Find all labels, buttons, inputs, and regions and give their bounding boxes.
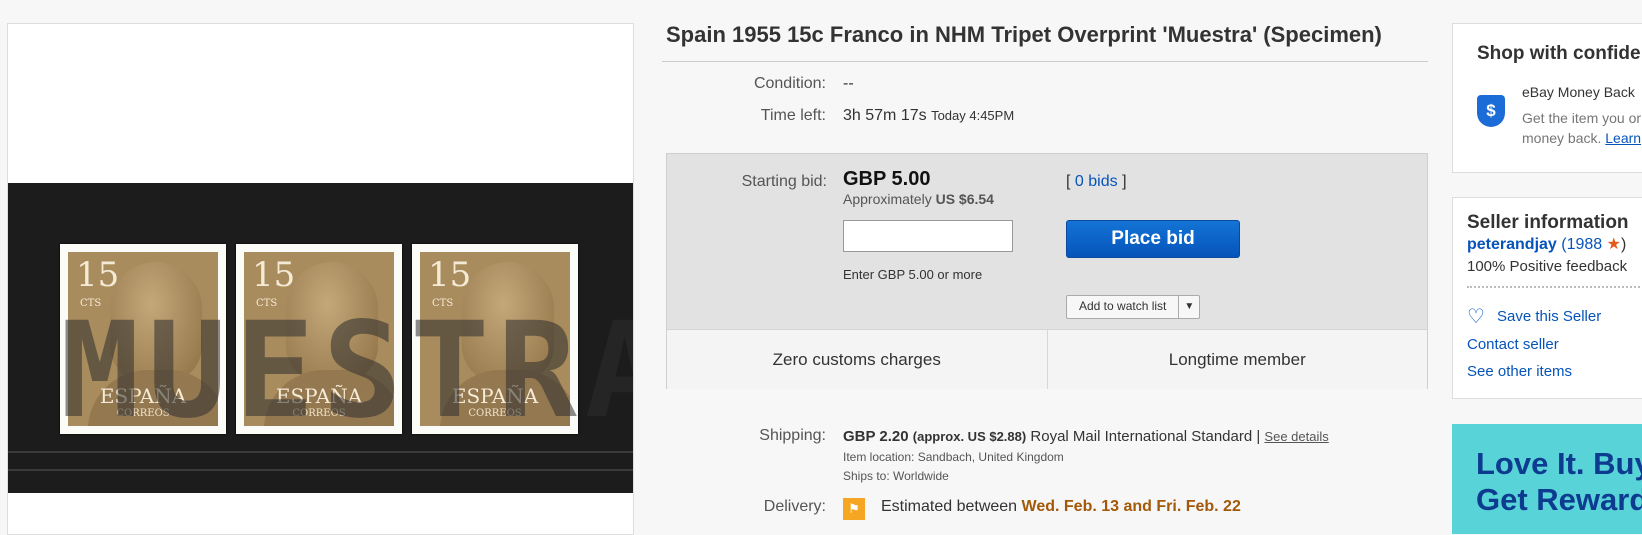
seller-information-card: Seller information peterandjay (1988 ★) … <box>1452 197 1642 399</box>
delivery-label: Delivery: <box>763 498 826 515</box>
starting-bid-price: GBP 5.00 <box>843 168 931 190</box>
dotted-divider <box>1467 286 1642 288</box>
add-to-watch-list-button[interactable]: Add to watch list ▼ <box>1066 295 1201 319</box>
title-divider <box>662 61 1428 62</box>
delivery-prefix: Estimated between <box>881 498 1018 515</box>
photo-shelf-line <box>8 469 633 471</box>
item-location: Item location: Sandbach, United Kingdom <box>843 450 1064 464</box>
score-close: ) <box>1620 236 1627 253</box>
listing-title: Spain 1955 15c Franco in NHM Tripet Over… <box>666 22 1382 47</box>
shop-title: Shop with confide <box>1477 43 1641 64</box>
positive-feedback: 100% Positive feedback <box>1467 258 1628 275</box>
badge-zero-customs: Zero customs charges <box>772 349 941 369</box>
ships-to: Ships to: Worldwide <box>843 469 949 483</box>
place-bid-button[interactable]: Place bid <box>1066 220 1240 258</box>
shipping-label: Shipping: <box>759 427 826 444</box>
approx-value: US $6.54 <box>935 191 994 207</box>
photo-shelf-line <box>8 451 633 453</box>
money-back-text: Get the item you or money back. Learn <box>1522 108 1642 148</box>
feedback-score-link[interactable]: 1988 <box>1567 236 1603 253</box>
ad-banner[interactable]: Love It. Buy Get Reward <box>1452 424 1642 534</box>
ad-headline: Love It. Buy <box>1476 446 1642 481</box>
condition-value: -- <box>843 75 854 92</box>
stamp-value: 15 <box>76 255 120 295</box>
approx-price: Approximately US $6.54 <box>843 191 994 207</box>
shop-with-confidence-card: Shop with confide $ eBay Money Back Get … <box>1452 23 1642 173</box>
shipping-info: GBP 2.20 (approx. US $2.88) Royal Mail I… <box>843 428 1329 445</box>
stamp-photo[interactable]: 15 CTS ESPAÑA CORREOS 15 CTS ESPAÑA CORR… <box>8 183 633 493</box>
stamp-value: 15 <box>252 255 296 295</box>
bid-amount-input[interactable] <box>843 220 1013 252</box>
learn-more-link[interactable]: Learn <box>1605 130 1641 146</box>
bid-hint: Enter GBP 5.00 or more <box>843 267 983 282</box>
shipping-amount: GBP 2.20 <box>843 428 909 445</box>
starting-bid-label: Starting bid: <box>741 173 827 190</box>
heart-icon[interactable]: ♡ <box>1467 307 1485 327</box>
bids-open: [ <box>1066 173 1071 190</box>
bids-link[interactable]: 0 bids <box>1075 173 1118 190</box>
shield-dollar-icon: $ <box>1477 95 1505 127</box>
time-left-value: 3h 57m 17s <box>843 107 927 124</box>
seller-identity: peterandjay (1988 ★) <box>1467 234 1626 254</box>
time-left: 3h 57m 17s Today 4:45PM <box>843 107 1014 125</box>
bid-box: Starting bid: GBP 5.00 Approximately US … <box>666 153 1428 389</box>
delivery-estimate: Estimated between Wed. Feb. 13 and Fri. … <box>881 498 1241 516</box>
shipping-approx: (approx. US $2.88) <box>912 429 1027 444</box>
money-back-title: eBay Money Back <box>1522 84 1635 100</box>
seller-name-link[interactable]: peterandjay <box>1467 236 1557 253</box>
star-icon: ★ <box>1606 236 1621 253</box>
condition-label: Condition: <box>753 75 826 92</box>
approx-prefix: Approximately <box>843 191 932 207</box>
chevron-down-icon[interactable]: ▼ <box>1179 296 1199 318</box>
bids-close: ] <box>1122 173 1127 190</box>
item-image-panel[interactable]: 15 CTS ESPAÑA CORREOS 15 CTS ESPAÑA CORR… <box>7 23 634 535</box>
time-left-label: Time left: <box>760 107 826 124</box>
bid-count: [ 0 bids ] <box>1066 173 1127 191</box>
seller-title: Seller information <box>1467 212 1629 233</box>
see-other-items-link[interactable]: See other items <box>1467 363 1572 380</box>
see-details-link[interactable]: See details <box>1264 429 1328 444</box>
save-seller-link[interactable]: Save this Seller <box>1497 308 1601 325</box>
time-left-end: Today 4:45PM <box>931 108 1015 123</box>
muestra-overprint: MUESTRA <box>60 294 634 448</box>
shipping-service: Royal Mail International Standard | <box>1030 428 1261 445</box>
watch-list-label[interactable]: Add to watch list <box>1067 296 1180 318</box>
delivery-flag-icon: ⚑ <box>843 498 865 520</box>
badge-longtime-member: Longtime member <box>1046 330 1428 389</box>
delivery-dates: Wed. Feb. 13 and Fri. Feb. 22 <box>1021 498 1241 515</box>
stamp-value: 15 <box>428 255 472 295</box>
contact-seller-link[interactable]: Contact seller <box>1467 336 1559 353</box>
trust-badges: Zero customs charges Longtime member <box>667 329 1427 389</box>
ad-subline: Get Reward <box>1476 482 1642 517</box>
